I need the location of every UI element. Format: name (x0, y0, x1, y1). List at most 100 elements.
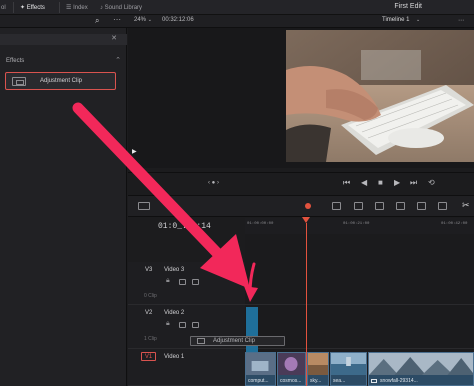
chevron-down-icon[interactable]: ⌄ (416, 17, 420, 23)
adjustment-clip-label: Adjustment Clip (40, 78, 83, 84)
ruler-label: 01:00:42:00 (441, 222, 468, 226)
drag-ghost-label: Adjustment Clip (213, 338, 256, 344)
close-icon[interactable]: ✕ (111, 34, 117, 42)
reverse-play-icon[interactable]: ◀ (361, 178, 367, 188)
search-input[interactable]: ✕ (0, 34, 127, 45)
adjustment-clip-on-timeline[interactable] (246, 307, 258, 354)
tab-index[interactable]: ☰ Index (66, 3, 88, 13)
drag-ghost-clip: Adjustment Clip (190, 336, 285, 346)
chevron-down-icon: ⌄ (147, 17, 152, 23)
tab-partial[interactable]: ol (1, 3, 6, 13)
ruler-label: 01:00:21:00 (343, 222, 370, 226)
video-viewer: ▶ (128, 28, 474, 168)
search-icon[interactable]: ⌕ (95, 16, 99, 26)
clip-label: sea... (333, 378, 346, 384)
clip-thumbnail (308, 353, 328, 375)
clip-thumbnail (246, 353, 275, 375)
timeline-clip[interactable]: sky... (307, 352, 329, 386)
track-header-v1[interactable]: V1 Video 1 (128, 349, 245, 386)
jog-control[interactable]: ‹ ● › (208, 178, 219, 188)
track-headers: V3 Video 3 🔒︎ 0 Clip V2 Video 2 🔒︎ 1 Cli… (128, 262, 245, 386)
timeline-toolbar: ✂ (128, 195, 474, 217)
track-visibility-icon[interactable] (192, 322, 199, 328)
skip-back-icon[interactable]: ⏮ (343, 178, 350, 188)
source-overwrite-icon[interactable] (438, 202, 447, 210)
divider (59, 2, 60, 13)
lock-icon[interactable]: 🔒︎ (166, 320, 170, 328)
viewer-header: 24% ⌄ 00:32:12:06 Timeline 1 ⌄ ⋯ (128, 15, 474, 28)
blade-icon[interactable]: ✂ (462, 200, 470, 211)
transport-controls: ‹ ● › ⏮ ◀ ■ ▶ ⏭ ⟲ (128, 172, 474, 194)
adjustment-clip-item[interactable]: Adjustment Clip (5, 72, 116, 90)
record-icon[interactable] (305, 203, 311, 209)
close-up-icon[interactable] (396, 202, 405, 210)
tab-effects-label: Effects (26, 5, 45, 11)
track-id: V2 (145, 310, 153, 316)
timeline-clip[interactable]: comput... (245, 352, 276, 386)
timeline-ruler[interactable]: 01:00:00:00 01:00:21:00 01:00:42:00 (245, 218, 474, 234)
video-preview (286, 30, 474, 162)
clip-count: 1 Clip (144, 336, 157, 342)
play-marker-icon: ▶ (132, 149, 137, 155)
clip-label: comput... (248, 378, 269, 384)
timeline-name[interactable]: Timeline 1 (382, 17, 409, 23)
tab-index-label: Index (73, 5, 88, 11)
tab-effects[interactable]: ✦ Effects (20, 3, 45, 13)
list-icon: ☰ (66, 5, 72, 11)
effects-section-label: Effects (6, 58, 25, 64)
skip-forward-icon[interactable]: ⏭ (410, 178, 417, 188)
place-on-top-icon[interactable] (417, 202, 426, 210)
track-v3[interactable] (245, 262, 474, 305)
timeline-clip[interactable]: cosmos... (277, 352, 306, 386)
loop-icon[interactable]: ⟲ (428, 178, 435, 188)
lock-icon[interactable]: 🔒︎ (166, 277, 170, 285)
track-header-v3[interactable]: V3 Video 3 🔒︎ 0 Clip (128, 262, 245, 305)
project-title: First Edit (394, 3, 422, 10)
track-controls: 🔒︎ (166, 277, 206, 287)
track-name: Video 2 (164, 310, 185, 316)
effects-library-panel: ✕ Effects ⌃ Adjustment Clip (0, 28, 127, 386)
clip-label: snowfall-29314... (380, 378, 418, 384)
more-options-icon[interactable]: ⋯ (113, 15, 121, 24)
clip-label: cosmos... (280, 378, 302, 384)
stop-icon[interactable]: ■ (378, 178, 383, 188)
timeline-clip[interactable]: snowfall-29314... (368, 352, 474, 386)
ripple-overwrite-icon[interactable] (375, 202, 384, 210)
chevron-up-icon[interactable]: ⌃ (115, 56, 121, 64)
zoom-dropdown[interactable]: 24% ⌄ (134, 17, 152, 23)
timeline-view-icon[interactable] (138, 202, 150, 210)
adjustment-clip-icon (12, 77, 26, 86)
clip-thumbnail (369, 353, 473, 375)
playhead[interactable] (306, 223, 307, 386)
clip-thumbnail (331, 353, 366, 375)
clip-icon (197, 338, 205, 344)
track-controls: 🔒︎ (166, 320, 206, 330)
clip-type-icon (371, 379, 377, 383)
play-icon[interactable]: ▶ (394, 178, 400, 188)
tab-sound-library[interactable]: ♪ Sound Library (100, 3, 142, 13)
track-name: Video 3 (164, 267, 185, 273)
zoom-value: 24% (134, 17, 147, 23)
music-note-icon: ♪ (100, 5, 103, 11)
timeline-clip[interactable]: sea... (330, 352, 367, 386)
track-name: Video 1 (164, 354, 185, 360)
timeline-timecode: 01:0_:__:14 (158, 222, 211, 231)
top-toolbar: ol ✦ Effects ☰ Index ♪ Sound Library Fir… (0, 0, 474, 15)
effects-section-header[interactable]: Effects ⌃ (0, 56, 127, 66)
divider (13, 2, 14, 13)
auto-select-icon[interactable] (179, 322, 186, 328)
video-frame-image (286, 30, 474, 162)
more-options-icon[interactable]: ⋯ (458, 17, 464, 24)
tab-sound-library-label: Sound Library (104, 5, 143, 11)
append-icon[interactable] (354, 202, 363, 210)
auto-select-icon[interactable] (179, 279, 186, 285)
magic-wand-icon: ✦ (20, 5, 26, 11)
smart-insert-icon[interactable] (332, 202, 341, 210)
track-visibility-icon[interactable] (192, 279, 199, 285)
track-id-badge[interactable]: V1 (141, 352, 156, 361)
clip-thumbnail (278, 353, 305, 375)
clip-count: 0 Clip (144, 293, 157, 299)
duration-display: 00:32:12:06 (162, 17, 194, 23)
track-id: V3 (145, 267, 153, 273)
clip-label: sky... (310, 378, 322, 384)
